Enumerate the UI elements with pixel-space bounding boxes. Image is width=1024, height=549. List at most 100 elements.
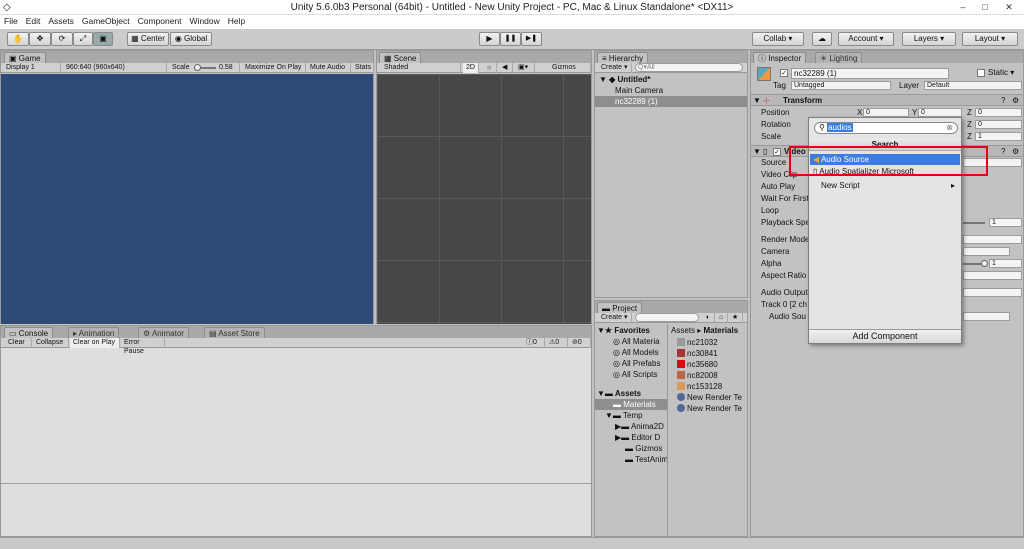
tab-project[interactable]: ▬ Project <box>597 302 643 313</box>
asset-file[interactable]: nc82008 <box>669 370 747 381</box>
asset-file[interactable]: nc30841 <box>669 348 747 359</box>
display-dropdown[interactable]: Display 1 <box>3 63 61 73</box>
favorite-item[interactable]: ◎ All Prefabs <box>595 358 667 369</box>
warning-count-toggle[interactable]: ⚠0 <box>546 338 568 348</box>
assets-row[interactable]: ▼▬ Assets <box>595 388 667 399</box>
hierarchy-create-button[interactable]: Create ▾ <box>598 63 632 73</box>
playback-speed-field[interactable]: 1 <box>989 218 1022 227</box>
space-global-button[interactable]: ◉ Global <box>170 32 212 46</box>
position-y-field[interactable]: 0 <box>918 108 962 117</box>
scale-z-field[interactable]: 1 <box>975 132 1022 141</box>
effects-icon[interactable]: ▣▾ <box>515 63 535 73</box>
scale-slider-thumb[interactable] <box>194 64 201 71</box>
tab-asset-store[interactable]: ▤ Asset Store <box>204 327 265 338</box>
menu-window[interactable]: Window <box>186 15 224 26</box>
scale-tool-button[interactable]: ⤢ <box>73 32 93 46</box>
2d-toggle[interactable]: 2D <box>463 63 479 73</box>
breadcrumb-materials[interactable]: Materials <box>703 326 738 335</box>
position-x-field[interactable]: 0 <box>863 108 909 117</box>
tab-game[interactable]: ▣ Game <box>4 52 46 63</box>
asset-file[interactable]: nc153128 <box>669 381 747 392</box>
aspect-ratio-dropdown[interactable] <box>963 271 1022 280</box>
transform-help-icon[interactable]: ? <box>1001 95 1005 106</box>
play-button[interactable]: ▶ <box>479 32 500 46</box>
layers-dropdown[interactable]: Layers ▾ <box>902 32 956 46</box>
rotate-tool-button[interactable]: ⟳ <box>51 32 73 46</box>
menu-file[interactable]: File <box>0 15 22 26</box>
menu-gameobject[interactable]: GameObject <box>78 15 134 26</box>
menu-help[interactable]: Help <box>224 15 249 26</box>
gizmos-dropdown[interactable]: Gizmos <box>549 63 591 73</box>
alpha-slider[interactable] <box>963 260 988 267</box>
cloud-icon[interactable]: ☁ <box>812 32 832 46</box>
favorite-item[interactable]: ◎ All Models <box>595 347 667 358</box>
alpha-field[interactable]: 1 <box>989 259 1022 268</box>
maximize-button[interactable]: □ <box>972 0 998 14</box>
menu-assets[interactable]: Assets <box>44 15 78 26</box>
error-pause-toggle[interactable]: Error Pause <box>121 338 165 355</box>
folder-temp[interactable]: ▼▬ Temp <box>595 410 667 421</box>
lighting-icon[interactable]: ☼ <box>483 63 497 73</box>
tab-console[interactable]: ▭ Console <box>4 327 54 338</box>
asset-file[interactable]: nc21032 <box>669 337 747 348</box>
asset-file[interactable]: nc35680 <box>669 359 747 370</box>
project-create-button[interactable]: Create ▾ <box>598 313 632 323</box>
add-component-button[interactable]: Add Component <box>809 329 961 343</box>
layer-dropdown[interactable]: Default <box>924 81 1022 90</box>
static-checkbox[interactable] <box>977 69 985 77</box>
video-gear-icon[interactable]: ⚙ <box>1012 146 1019 157</box>
folder-editor[interactable]: ▶▬ Editor D <box>595 432 667 443</box>
project-splitter[interactable] <box>667 324 668 536</box>
rect-tool-button[interactable]: ▣ <box>93 32 113 46</box>
audio-icon[interactable]: ◀ <box>499 63 513 73</box>
stats-toggle[interactable]: Stats <box>352 63 374 73</box>
audio-output-dropdown[interactable] <box>963 288 1022 297</box>
step-button[interactable]: ▶❚ <box>521 32 542 46</box>
hierarchy-item-main-camera[interactable]: Main Camera <box>595 85 747 96</box>
transform-header[interactable]: ▼ ⊹ Transform ? ⚙ <box>751 94 1023 106</box>
account-dropdown[interactable]: Account ▾ <box>838 32 894 46</box>
favorite-item[interactable]: ◎ All Scripts <box>595 369 667 380</box>
move-tool-button[interactable]: ✥ <box>29 32 51 46</box>
tab-lighting[interactable]: ☀ Lighting <box>815 52 863 63</box>
scene-row[interactable]: ▼ ◆ Untitled* <box>595 74 747 85</box>
collapse-button[interactable]: Collapse <box>33 338 69 348</box>
tab-animator[interactable]: ⚙ Animator <box>138 327 189 338</box>
breadcrumb-assets[interactable]: Assets <box>671 326 695 335</box>
folder-gizmos[interactable]: ▬ Gizmos <box>595 443 667 454</box>
audio-source-field[interactable] <box>963 312 1010 321</box>
console-divider[interactable] <box>1 483 591 484</box>
playback-speed-slider[interactable] <box>963 222 985 224</box>
clear-search-icon[interactable]: ⊗ <box>946 123 953 133</box>
maximize-on-play-toggle[interactable]: Maximize On Play <box>242 63 306 73</box>
close-button[interactable]: ✕ <box>996 0 1022 14</box>
project-search-input[interactable] <box>635 313 699 322</box>
video-enabled-checkbox[interactable]: ✓ <box>773 148 781 156</box>
favorite-item[interactable]: ◎ All Materia <box>595 336 667 347</box>
layout-dropdown[interactable]: Layout ▾ <box>962 32 1018 46</box>
transform-gear-icon[interactable]: ⚙ <box>1012 95 1019 106</box>
menu-edit[interactable]: Edit <box>22 15 45 26</box>
scale-slider[interactable] <box>194 64 216 71</box>
video-help-icon[interactable]: ? <box>1001 146 1005 157</box>
pivot-center-button[interactable]: ▦ Center <box>127 32 169 46</box>
favorites-row[interactable]: ▼★ Favorites <box>595 325 667 336</box>
popup-search-input[interactable]: ⚲ audios ⊗ <box>814 122 958 134</box>
tab-scene[interactable]: ▦ Scene <box>379 52 422 63</box>
pause-button[interactable]: ❚❚ <box>500 32 521 46</box>
render-mode-dropdown[interactable] <box>963 235 1022 244</box>
hierarchy-item-nc32289[interactable]: nc32289 (1) <box>595 96 747 107</box>
rotation-z-field[interactable]: 0 <box>975 120 1022 129</box>
clear-on-play-toggle[interactable]: Clear on Play <box>70 338 120 348</box>
scene-viewport[interactable] <box>377 74 591 324</box>
result-new-script[interactable]: New Script ▸ <box>810 180 960 191</box>
active-checkbox[interactable]: ✓ <box>780 69 788 77</box>
folder-materials[interactable]: ▬ Materials <box>595 399 667 410</box>
folder-testanim[interactable]: ▬ TestAnim <box>595 454 667 465</box>
folder-anima2d[interactable]: ▶▬ Anima2D <box>595 421 667 432</box>
tag-dropdown[interactable]: Untagged <box>791 81 891 90</box>
tab-animation[interactable]: ▸ Animation <box>68 327 120 338</box>
log-count-toggle[interactable]: ⓘ0 <box>523 338 545 348</box>
shading-dropdown[interactable]: Shaded <box>381 63 461 73</box>
alpha-slider-thumb[interactable] <box>981 260 988 267</box>
